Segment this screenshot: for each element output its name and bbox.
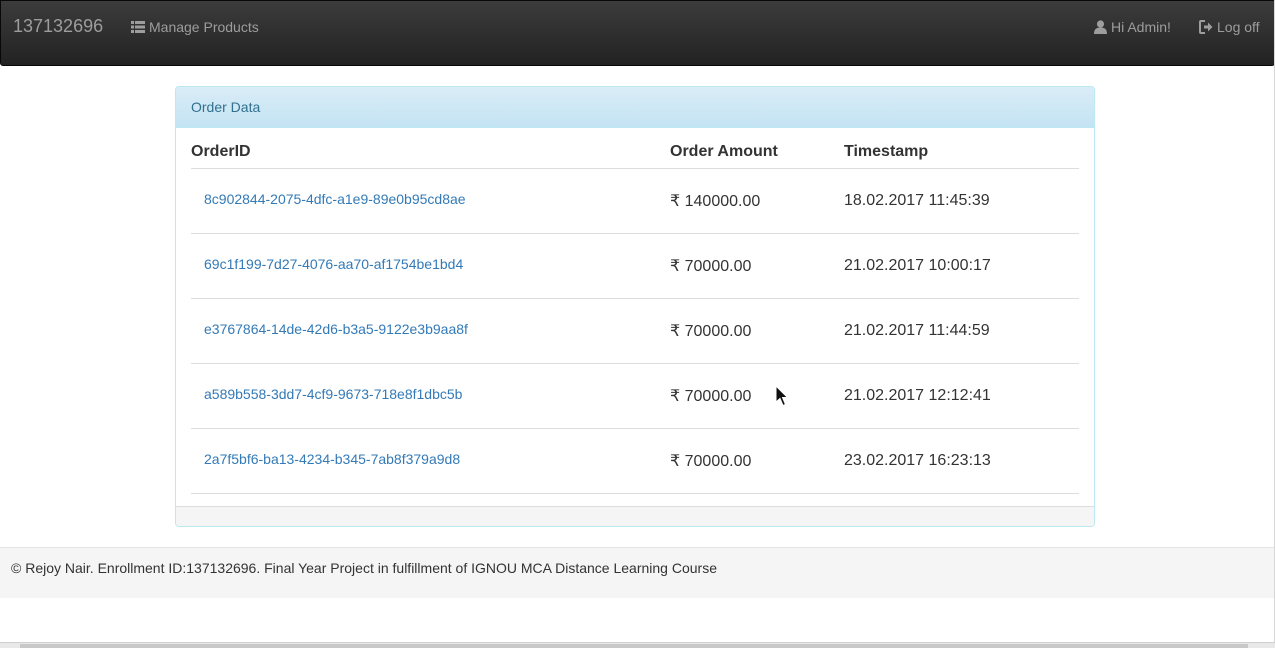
order-id-cell: 8c902844-2075-4dfc-a1e9-89e0b95cd8ae [191, 168, 670, 234]
order-amount-cell: ₹ 70000.00 [670, 233, 844, 299]
order-amount-cell: ₹ 70000.00 [670, 428, 844, 494]
column-header-order-amount: Order Amount [670, 139, 844, 169]
nav-greeting-label: Hi Admin! [1111, 19, 1171, 35]
order-id-cell: 2a7f5bf6-ba13-4234-b345-7ab8f379a9d8 [191, 428, 670, 494]
nav-manage-products[interactable]: Manage Products [131, 18, 259, 36]
order-data-panel: Order Data OrderID Order Amount Timestam… [175, 86, 1095, 527]
user-icon [1094, 20, 1107, 34]
table-row: 69c1f199-7d27-4076-aa70-af1754be1bd4 ₹ 7… [191, 233, 1079, 299]
order-timestamp-cell: 21.02.2017 10:00:17 [844, 233, 1079, 299]
order-id-cell: a589b558-3dd7-4cf9-9673-718e8f1dbc5b [191, 363, 670, 429]
order-id-link[interactable]: e3767864-14de-42d6-b3a5-9122e3b9aa8f [204, 321, 468, 337]
order-timestamp-cell: 23.02.2017 16:23:13 [844, 428, 1079, 494]
mouse-pointer-icon [775, 384, 789, 412]
order-id-cell: 69c1f199-7d27-4076-aa70-af1754be1bd4 [191, 233, 670, 299]
top-navbar: 137132696 Manage Products Hi Admin! Log … [0, 0, 1275, 66]
order-id-cell: e3767864-14de-42d6-b3a5-9122e3b9aa8f [191, 298, 670, 364]
table-row: a589b558-3dd7-4cf9-9673-718e8f1dbc5b ₹ 7… [191, 363, 1079, 429]
order-id-link[interactable]: 2a7f5bf6-ba13-4234-b345-7ab8f379a9d8 [204, 451, 460, 467]
order-timestamp-cell: 21.02.2017 12:12:41 [844, 363, 1079, 429]
brand-link[interactable]: 137132696 [13, 16, 103, 36]
order-id-link[interactable]: 69c1f199-7d27-4076-aa70-af1754be1bd4 [204, 256, 463, 272]
table-row: 8c902844-2075-4dfc-a1e9-89e0b95cd8ae ₹ 1… [191, 168, 1079, 234]
nav-log-off-label: Log off [1217, 19, 1260, 35]
column-header-timestamp: Timestamp [844, 139, 1079, 169]
table-header-row: OrderID Order Amount Timestamp [191, 139, 1079, 169]
table-row: e3767864-14de-42d6-b3a5-9122e3b9aa8f ₹ 7… [191, 298, 1079, 364]
panel-title: Order Data [176, 87, 1094, 128]
table-row: 2a7f5bf6-ba13-4234-b345-7ab8f379a9d8 ₹ 7… [191, 428, 1079, 494]
horizontal-scrollbar[interactable] [0, 642, 1275, 648]
list-icon [131, 21, 145, 33]
order-amount-cell: ₹ 70000.00 [670, 298, 844, 364]
log-out-icon [1199, 20, 1213, 34]
order-timestamp-cell: 18.02.2017 11:45:39 [844, 168, 1079, 234]
nav-log-off[interactable]: Log off [1199, 18, 1260, 36]
column-header-orderid: OrderID [191, 139, 670, 169]
nav-user-greeting[interactable]: Hi Admin! [1094, 18, 1171, 36]
order-amount-cell: ₹ 70000.00 [670, 363, 844, 429]
footer-copyright-text: © Rejoy Nair. Enrollment ID:137132696. F… [11, 560, 717, 576]
page-footer: © Rejoy Nair. Enrollment ID:137132696. F… [0, 547, 1275, 598]
orders-table: OrderID Order Amount Timestamp 8c902844-… [191, 139, 1079, 494]
order-timestamp-cell: 21.02.2017 11:44:59 [844, 298, 1079, 364]
panel-footer [176, 506, 1094, 526]
order-id-link[interactable]: 8c902844-2075-4dfc-a1e9-89e0b95cd8ae [204, 191, 466, 207]
order-amount-cell: ₹ 140000.00 [670, 168, 844, 234]
nav-manage-products-label: Manage Products [149, 19, 259, 35]
order-id-link[interactable]: a589b558-3dd7-4cf9-9673-718e8f1dbc5b [204, 386, 462, 402]
horizontal-scrollbar-thumb[interactable] [20, 644, 1248, 648]
